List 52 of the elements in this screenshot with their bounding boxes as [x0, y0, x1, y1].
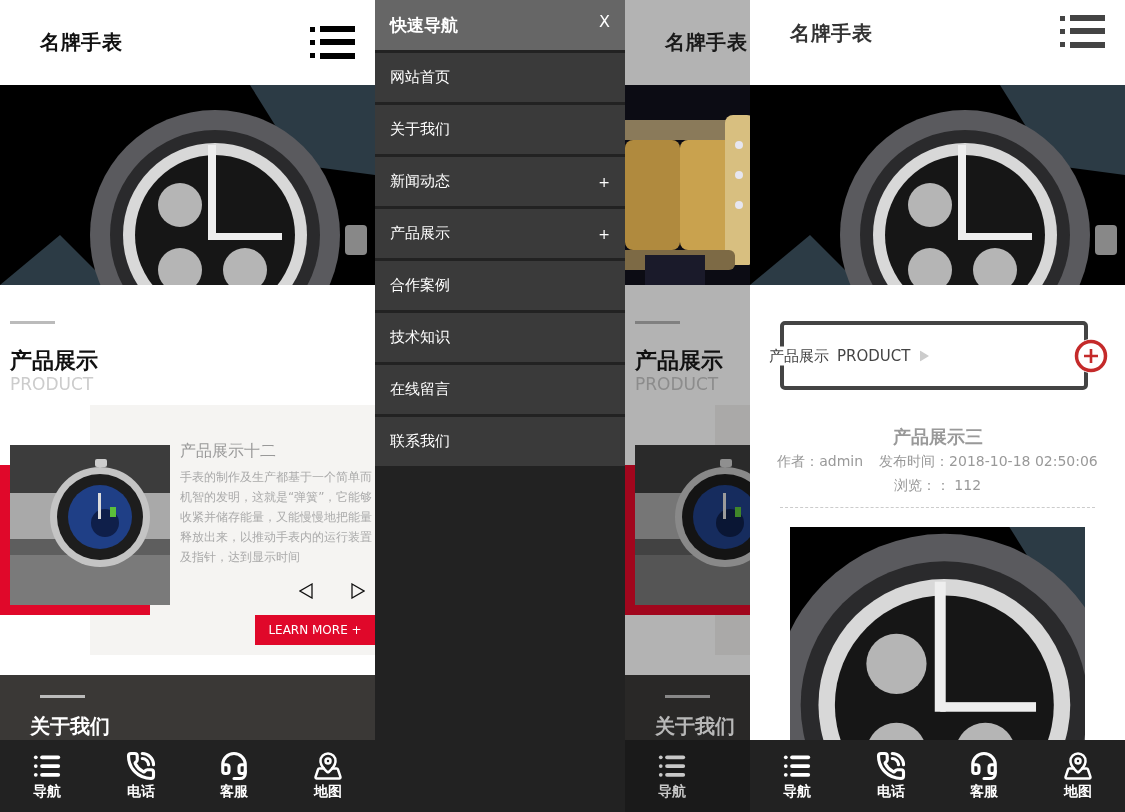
plus-icon[interactable]: [1074, 338, 1108, 373]
site-logo: 名牌手表: [665, 29, 747, 56]
article-title: 产品展示三: [891, 425, 984, 449]
product-description: 手表的制作及生产都基于一个简单而机智的发明，这就是“弹簧”，它能够收紧并储存能量，又能慢慢地把能量释放出来，以推动手表内的运行装置及指针，达到显示时间: [180, 469, 374, 566]
phone-icon: [125, 751, 156, 781]
expand-toggle[interactable]: +: [598, 225, 610, 242]
menu-button[interactable]: [1060, 15, 1105, 48]
menu-button[interactable]: [310, 26, 355, 59]
breadcrumb-title[interactable]: 产品展示: [769, 346, 829, 365]
map-pin-icon: [313, 751, 344, 781]
drawer-item[interactable]: 新闻动态 +: [375, 157, 625, 206]
play-icon: [920, 350, 930, 361]
drawer-title: 快速导航: [390, 13, 458, 37]
bottom-nav-button[interactable]: 地图: [1031, 740, 1125, 812]
bottom-nav-button[interactable]: 客服: [937, 740, 1032, 812]
map-pin-icon: [1063, 751, 1094, 781]
drawer-item[interactable]: 在线留言: [375, 365, 625, 414]
publish-date: 发布时间：2018-10-18 02:50:06: [879, 452, 1098, 471]
headset-icon: [969, 751, 1000, 781]
close-button[interactable]: X: [599, 11, 610, 31]
author-text: 作者：admin: [777, 452, 864, 471]
bottom-nav-button[interactable]: 客服: [187, 740, 282, 812]
headset-icon: [219, 751, 250, 781]
menu-icon: [1060, 15, 1105, 48]
drawer-item[interactable]: 合作案例: [375, 261, 625, 310]
previous-icon: [299, 583, 313, 599]
bottom-nav-button[interactable]: 地图: [281, 740, 375, 812]
previous-button[interactable]: [299, 583, 313, 599]
learn-more-button[interactable]: LEARN MORE +: [255, 615, 375, 645]
bottom-nav-button[interactable]: 导航: [625, 740, 719, 812]
section-title: 关于我们: [30, 715, 111, 737]
drawer-item[interactable]: 技术知识: [375, 313, 625, 362]
section-title: 关于我们: [655, 715, 736, 737]
bottom-nav-button[interactable]: 导航: [0, 740, 94, 812]
section-title: 产品展示: [10, 348, 99, 374]
site-logo[interactable]: 名牌手表: [40, 29, 122, 56]
breadcrumb-subtitle: PRODUCT: [837, 346, 911, 365]
phone-icon: [875, 751, 906, 781]
drawer-item[interactable]: 网站首页: [375, 53, 625, 102]
view-count: 浏览：： 112: [893, 476, 982, 495]
site-logo[interactable]: 名牌手表: [790, 20, 872, 47]
expand-toggle[interactable]: +: [598, 173, 610, 190]
next-button[interactable]: [351, 583, 365, 599]
bottom-nav-button[interactable]: 导航: [750, 740, 844, 812]
menu-icon: [310, 26, 355, 59]
next-icon: [351, 583, 365, 599]
bottom-nav-button[interactable]: 电话: [843, 740, 938, 812]
drawer-item[interactable]: 产品展示 +: [375, 209, 625, 258]
bottom-nav-button[interactable]: 电话: [93, 740, 188, 812]
drawer-item[interactable]: 关于我们: [375, 105, 625, 154]
section-title: 产品展示: [635, 348, 724, 374]
drawer-item[interactable]: 联系我们: [375, 417, 625, 466]
